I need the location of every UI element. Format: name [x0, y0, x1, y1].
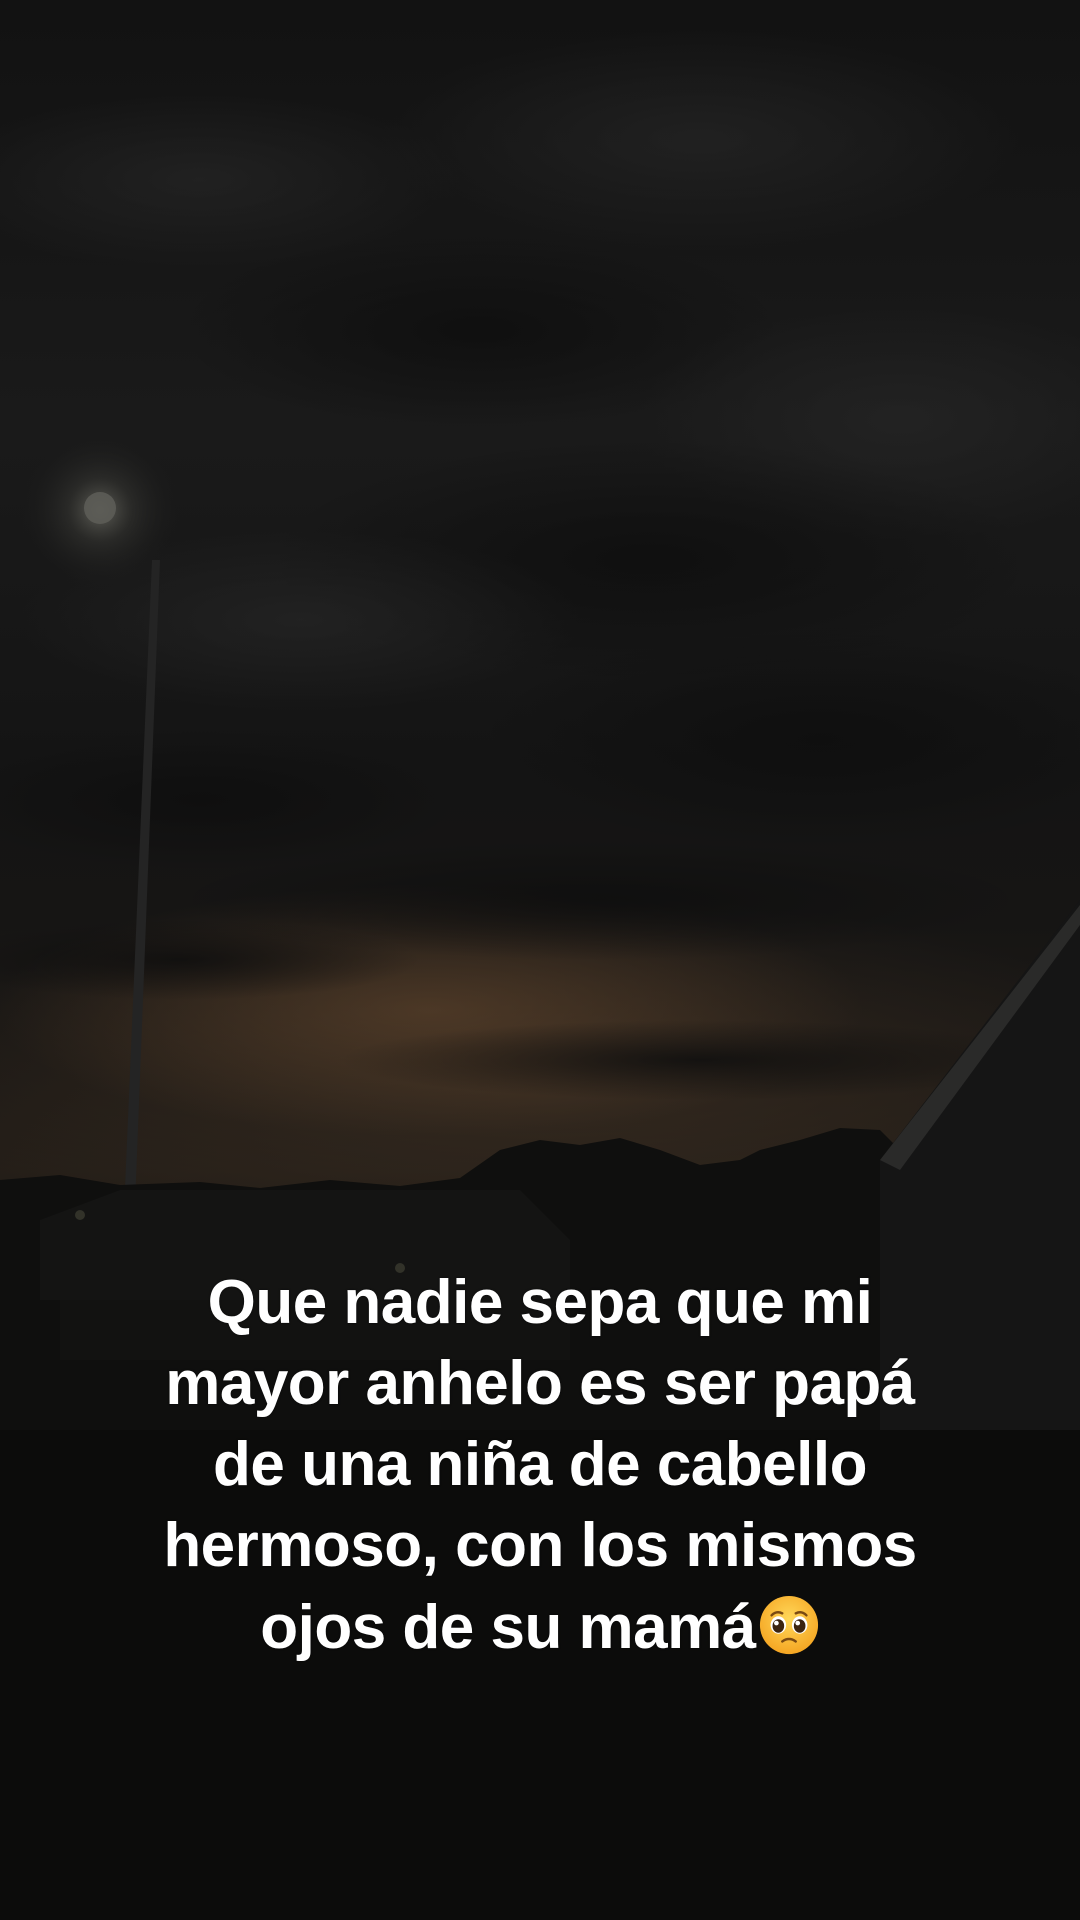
clouds: [0, 30, 1080, 1100]
caption-line: Que nadie sepa que mi: [207, 1268, 873, 1337]
pleading-face-emoji-icon: [759, 1595, 818, 1655]
caption-line: hermoso, con los mismos: [163, 1511, 917, 1580]
caption-line-last: ojos de su mamá: [100, 1586, 980, 1668]
overlay-caption: Que nadie sepa que mi mayor anhelo es se…: [100, 1262, 980, 1668]
night-sky-photo-background: Que nadie sepa que mi mayor anhelo es se…: [0, 0, 1080, 1920]
caption-line: mayor anhelo es ser papá: [165, 1349, 915, 1418]
caption-line: de una niña de cabello: [213, 1430, 867, 1499]
caption-line-text: ojos de su mamá: [260, 1593, 756, 1662]
